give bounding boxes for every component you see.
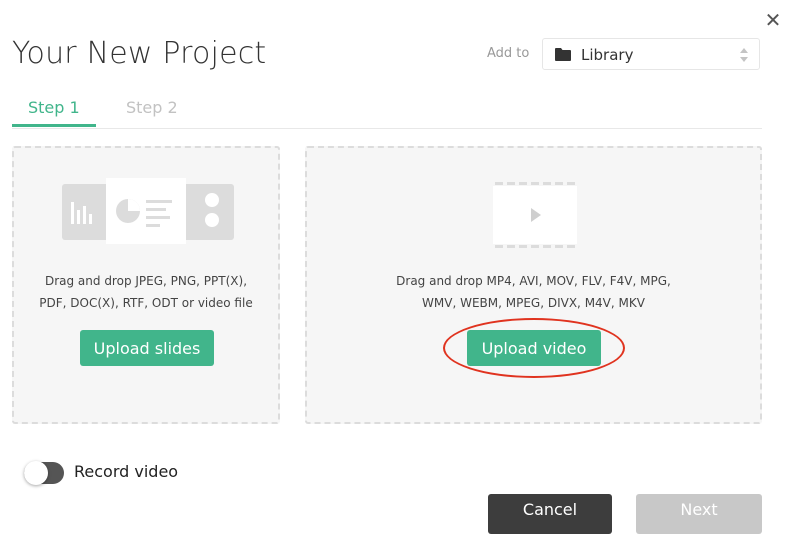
upload-video-button[interactable]: Upload video bbox=[467, 330, 601, 366]
active-tab-underline bbox=[12, 124, 96, 127]
video-play-icon bbox=[493, 182, 577, 248]
toggle-knob bbox=[24, 461, 48, 485]
add-to-label: Add to bbox=[487, 46, 530, 61]
upload-slides-button[interactable]: Upload slides bbox=[80, 330, 214, 366]
record-video-toggle[interactable] bbox=[24, 461, 64, 485]
tab-step-1[interactable]: Step 1 bbox=[28, 98, 80, 117]
library-select[interactable]: Library bbox=[542, 38, 760, 70]
step-tabs: Step 1 Step 2 bbox=[12, 96, 762, 129]
close-icon: ✕ bbox=[764, 8, 782, 32]
folder-icon bbox=[555, 48, 571, 61]
record-video-label: Record video bbox=[74, 462, 179, 481]
close-button[interactable]: ✕ bbox=[763, 10, 783, 30]
next-button[interactable]: Next bbox=[636, 494, 762, 534]
dialog-title: Your New Project bbox=[12, 36, 267, 71]
slides-formats-line-1: Drag and drop JPEG, PNG, PPT(X), bbox=[44, 274, 248, 288]
cancel-button[interactable]: Cancel bbox=[488, 494, 612, 534]
video-formats-line-1: Drag and drop MP4, AVI, MOV, FLV, F4V, M… bbox=[396, 274, 671, 288]
tab-step-2[interactable]: Step 2 bbox=[126, 98, 178, 117]
slides-illustration-icon bbox=[62, 178, 234, 244]
video-dropzone[interactable]: Drag and drop MP4, AVI, MOV, FLV, F4V, M… bbox=[305, 146, 762, 424]
slides-formats-line-2: PDF, DOC(X), RTF, ODT or video file bbox=[39, 296, 253, 310]
video-formats-line-2: WMV, WEBM, MPEG, DIVX, M4V, MKV bbox=[422, 296, 645, 310]
select-arrows-icon bbox=[740, 48, 748, 62]
library-select-value: Library bbox=[581, 46, 634, 64]
slides-dropzone[interactable]: Drag and drop JPEG, PNG, PPT(X), PDF, DO… bbox=[12, 146, 280, 424]
